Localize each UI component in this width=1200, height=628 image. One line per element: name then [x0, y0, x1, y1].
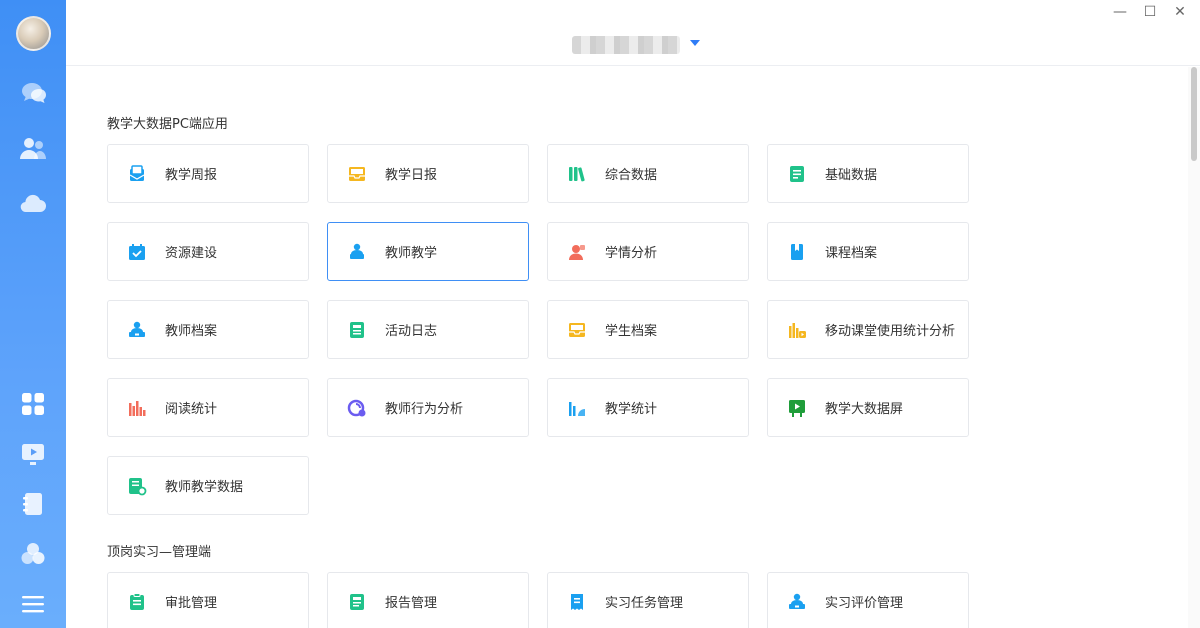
bookmark-book-icon: [787, 242, 807, 262]
scrollbar[interactable]: [1188, 67, 1200, 628]
video-screen-icon[interactable]: [19, 440, 47, 468]
app-card-label: 基础数据: [825, 168, 878, 183]
app-card[interactable]: 课程档案: [767, 222, 969, 281]
app-card[interactable]: 学生档案: [547, 300, 749, 359]
section-title: 顶岗实习—管理端: [107, 545, 212, 560]
app-card-label: 教师教学数据: [165, 480, 244, 495]
app-card[interactable]: 实习评价管理: [767, 572, 969, 628]
app-card[interactable]: 实习任务管理: [547, 572, 749, 628]
calendar-check-icon: [127, 242, 147, 262]
app-card-label: 阅读统计: [165, 402, 218, 417]
app-card-label: 实习任务管理: [605, 596, 684, 611]
app-card-label: 活动日志: [385, 324, 438, 339]
app-card-label: 教学统计: [605, 402, 658, 417]
app-card[interactable]: 教师档案: [107, 300, 309, 359]
app-card-label: 实习评价管理: [825, 596, 904, 611]
app-card-label: 教学日报: [385, 168, 438, 183]
bar-chart-icon: [127, 398, 147, 418]
close-button[interactable]: ✕: [1172, 4, 1188, 20]
apps-grid-icon[interactable]: [19, 390, 47, 418]
person-desk-icon: [127, 320, 147, 340]
app-card-label: 教师教学: [385, 246, 438, 261]
app-card[interactable]: 资源建设: [107, 222, 309, 281]
person-desk-icon: [787, 592, 807, 612]
app-card-label: 教学周报: [165, 168, 218, 183]
document-icon: [787, 164, 807, 184]
app-card[interactable]: 教师教学: [327, 222, 529, 281]
books-icon: [567, 164, 587, 184]
app-card-label: 课程档案: [825, 246, 878, 261]
stats-icon: [567, 398, 587, 418]
app-card-label: 审批管理: [165, 596, 218, 611]
section-title: 教学大数据PC端应用: [107, 117, 228, 132]
app-card-label: 资源建设: [165, 246, 218, 261]
teacher-icon: [347, 242, 367, 262]
envelope-icon: [127, 164, 147, 184]
app-card[interactable]: 教师行为分析: [327, 378, 529, 437]
app-card[interactable]: 移动课堂使用统计分析: [767, 300, 969, 359]
app-card-label: 报告管理: [385, 596, 438, 611]
inbox-icon: [567, 320, 587, 340]
app-card-label: 移动课堂使用统计分析: [825, 324, 956, 339]
data-search-icon: [127, 476, 147, 496]
log-icon: [347, 320, 367, 340]
app-card-label: 教师档案: [165, 324, 218, 339]
app-card[interactable]: 教师教学数据: [107, 456, 309, 515]
app-card-label: 学生档案: [605, 324, 658, 339]
app-card[interactable]: 活动日志: [327, 300, 529, 359]
org-name[interactable]: [572, 36, 680, 54]
circles-icon[interactable]: [19, 540, 47, 568]
app-card[interactable]: 学情分析: [547, 222, 749, 281]
app-card-label: 教师行为分析: [385, 402, 464, 417]
app-card[interactable]: 综合数据: [547, 144, 749, 203]
window-controls: — ☐ ✕: [1112, 4, 1188, 20]
cloud-icon[interactable]: [19, 190, 47, 218]
app-card[interactable]: 教学大数据屏: [767, 378, 969, 437]
app-card-label: 教学大数据屏: [825, 402, 904, 417]
top-bar: — ☐ ✕: [66, 0, 1200, 66]
app-content: 教学大数据PC端应用 顶岗实习—管理端 教学周报 教学日报 综合数据 基础数据资源建设…: [66, 67, 1188, 628]
notebook-icon[interactable]: [19, 490, 47, 518]
app-card[interactable]: 教学统计: [547, 378, 749, 437]
sidebar: [0, 0, 66, 628]
app-card-label: 学情分析: [605, 246, 658, 261]
screen-play-icon: [787, 398, 807, 418]
minimize-button[interactable]: —: [1112, 4, 1128, 20]
app-card[interactable]: 基础数据: [767, 144, 969, 203]
scroll-thumb[interactable]: [1191, 67, 1197, 161]
chat-icon[interactable]: [19, 80, 47, 108]
report-icon: [347, 592, 367, 612]
menu-icon[interactable]: [19, 590, 47, 618]
app-card[interactable]: 阅读统计: [107, 378, 309, 437]
receipt-icon: [567, 592, 587, 612]
contacts-icon[interactable]: [19, 135, 47, 163]
app-card[interactable]: 审批管理: [107, 572, 309, 628]
clipboard-icon: [127, 592, 147, 612]
app-card[interactable]: 教学周报: [107, 144, 309, 203]
maximize-button[interactable]: ☐: [1142, 4, 1158, 20]
student-analysis-icon: [567, 242, 587, 262]
caret-down-icon[interactable]: [690, 40, 700, 46]
inbox-icon: [347, 164, 367, 184]
bar-video-icon: [787, 320, 807, 340]
avatar[interactable]: [16, 16, 51, 51]
app-card-label: 综合数据: [605, 168, 658, 183]
app-card[interactable]: 教学日报: [327, 144, 529, 203]
app-card[interactable]: 报告管理: [327, 572, 529, 628]
behavior-icon: [347, 398, 367, 418]
